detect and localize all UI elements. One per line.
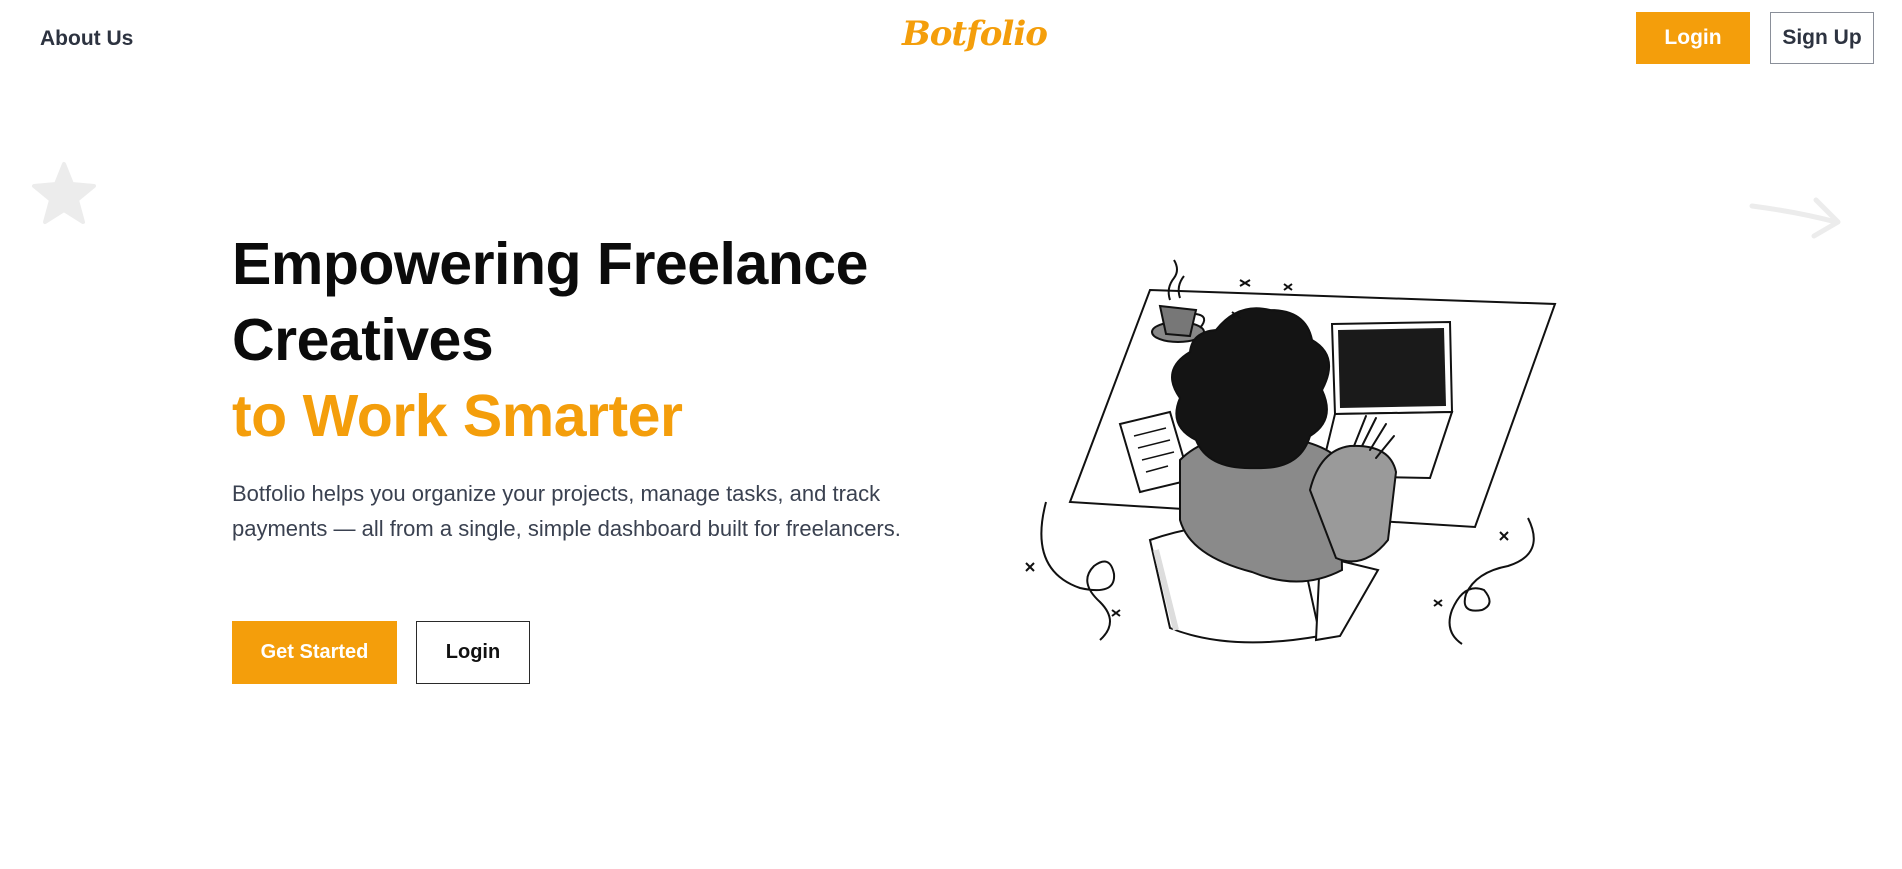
hero-login-button[interactable]: Login — [416, 621, 530, 684]
top-nav: About Us Botfolio Login Sign Up — [0, 0, 1902, 78]
hero-description: Botfolio helps you organize your project… — [232, 481, 901, 541]
hero-title-line1: Empowering Freelance — [232, 231, 868, 297]
hero-title: Empowering Freelance Creatives to Work S… — [232, 226, 952, 454]
header-signup-button[interactable]: Sign Up — [1770, 12, 1874, 64]
hero-title-line2: Creatives — [232, 307, 494, 373]
star-icon — [32, 162, 96, 224]
header-login-button[interactable]: Login — [1636, 12, 1750, 64]
get-started-button[interactable]: Get Started — [232, 621, 397, 684]
freelancer-illustration — [1025, 259, 1557, 645]
arrow-right-icon — [1749, 197, 1841, 239]
logo[interactable]: Botfolio — [902, 14, 1048, 62]
logo-text: Botfolio — [902, 14, 1048, 54]
about-us-link[interactable]: About Us — [40, 27, 133, 51]
hero-title-accent: to Work Smarter — [232, 383, 683, 449]
